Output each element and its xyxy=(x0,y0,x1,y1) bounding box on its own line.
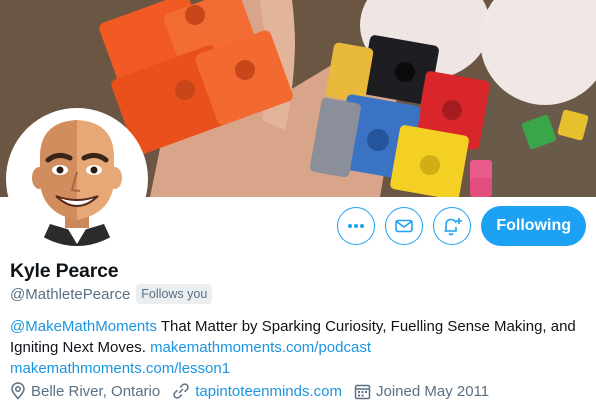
joined-item: Joined May 2011 xyxy=(354,383,489,400)
location-pin-icon xyxy=(11,382,25,400)
more-dots-icon xyxy=(348,224,365,228)
profile-avatar[interactable] xyxy=(6,108,148,250)
profile-bio: @MakeMathMoments That Matter by Sparking… xyxy=(10,316,590,379)
location-item: Belle River, Ontario xyxy=(10,382,160,400)
follows-you-badge: Follows you xyxy=(136,284,213,304)
following-button[interactable]: Following xyxy=(481,206,586,246)
envelope-icon xyxy=(395,219,414,233)
profile-handle: @MathletePearce xyxy=(10,285,131,303)
website-item: tapintoteenminds.com xyxy=(172,382,342,400)
bio-mention-link[interactable]: @MakeMathMoments xyxy=(10,318,157,335)
calendar-icon xyxy=(354,384,371,399)
bio-podcast-link[interactable]: makemathmoments.com/podcast xyxy=(150,339,371,356)
bio-lesson-link[interactable]: makemathmoments.com/lesson1 xyxy=(10,360,230,377)
message-button[interactable] xyxy=(385,207,424,245)
joined-text: Joined May 2011 xyxy=(375,382,490,400)
link-icon xyxy=(173,383,189,399)
handle-row: @MathletePearce Follows you xyxy=(10,284,213,304)
profile-meta: Belle River, Ontario tapintoteenminds.co… xyxy=(10,382,501,400)
profile-actions: Following xyxy=(337,206,586,246)
notifications-button[interactable] xyxy=(433,207,472,245)
location-text: Belle River, Ontario xyxy=(31,382,161,400)
bell-plus-icon xyxy=(444,218,463,236)
profile-name: Kyle Pearce xyxy=(10,260,119,282)
more-button[interactable] xyxy=(337,207,376,245)
website-link[interactable]: tapintoteenminds.com xyxy=(195,383,342,400)
